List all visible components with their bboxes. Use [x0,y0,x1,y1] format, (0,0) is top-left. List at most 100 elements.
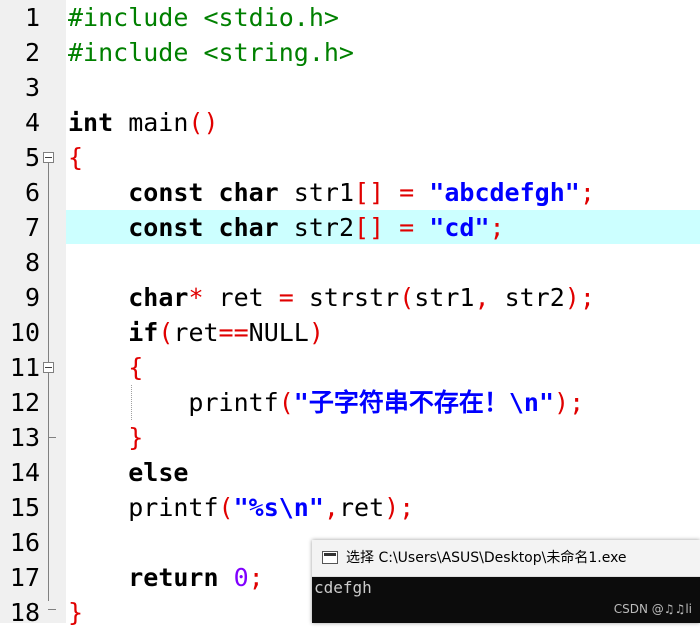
identifier: str1 [414,283,475,312]
console-output: cdefgh [314,578,372,597]
operator: == [218,318,249,347]
line-number: 14 [9,458,40,487]
identifier: ret [338,493,385,522]
line-number: 17 [9,563,40,592]
line-number: 12 [9,388,40,417]
line-number: 3 [24,73,40,102]
line-number: 5 [24,143,40,172]
console-window-icon [322,551,338,564]
console-title: 选择 C:\Users\ASUS\Desktop\未命名1.exe [346,550,627,566]
code-line-18[interactable]: } [68,595,83,630]
operator: = [399,178,415,207]
code-line-15[interactable]: printf("%s\n",ret); [68,490,414,525]
preprocessor-directive: #include <stdio.h> [68,3,339,32]
console-title-bar[interactable]: 选择 C:\Users\ASUS\Desktop\未命名1.exe [312,540,700,577]
punctuation: ( [158,318,174,347]
code-line-9[interactable]: char* ret = strstr(str1, str2); [68,280,595,315]
line-number: 18 [9,598,40,627]
line-number: 10 [9,318,40,347]
punctuation: { [68,143,84,172]
punctuation: } [128,423,144,452]
operator: = [278,283,294,312]
code-line-5[interactable]: { [68,140,83,175]
code-line-6[interactable]: const char str1[] = "abcdefgh"; [68,175,595,210]
identifier: printf [188,388,279,417]
identifier: str2 [278,213,354,242]
code-line-12[interactable]: printf("子字符串不存在！\n"); [68,385,584,420]
keyword: return [128,563,219,592]
punctuation: ; [489,213,505,242]
identifier: main [113,108,189,137]
identifier: ret [203,283,279,312]
identifier: ret [173,318,219,347]
string-literal: "%s\n" [233,493,324,522]
keyword: else [128,458,189,487]
fold-end-marker [48,609,56,610]
identifier: printf [128,493,219,522]
punctuation: * [188,283,204,312]
fold-collapse-icon[interactable] [43,152,54,163]
punctuation: [] [354,213,385,242]
code-line-13[interactable]: } [68,420,143,455]
line-number: 13 [9,423,40,452]
punctuation: ); [554,388,585,417]
punctuation: ); [384,493,415,522]
punctuation: () [188,108,219,137]
string-literal: "子字符串不存在！\n" [293,388,555,417]
punctuation: [] [354,178,385,207]
code-line-14[interactable]: else [68,455,188,490]
line-number: 1 [24,3,40,32]
preprocessor-directive: #include <string.h> [68,38,354,67]
keyword: if [128,318,159,347]
line-number: 7 [24,213,40,242]
identifier: NULL [248,318,309,347]
keyword: int [68,108,114,137]
punctuation: ); [564,283,595,312]
line-number: 2 [24,38,40,67]
keyword: char [128,283,189,312]
fold-guide-line [48,163,49,601]
identifier: str1 [278,178,354,207]
watermark: CSDN @♫♫li [613,602,692,616]
punctuation: ( [399,283,415,312]
code-line-2[interactable]: #include <string.h> [68,35,354,70]
punctuation: ( [278,388,294,417]
punctuation: ( [218,493,234,522]
code-line-7[interactable]: const char str2[] = "cd"; [68,210,505,245]
punctuation: , [474,283,490,312]
identifier: strstr [293,283,400,312]
line-number: 8 [24,248,40,277]
identifier: str2 [489,283,565,312]
string-literal: "abcdefgh" [429,178,580,207]
console-window[interactable]: 选择 C:\Users\ASUS\Desktop\未命名1.exe cdefgh… [312,540,700,623]
fold-end-marker [48,437,56,438]
code-line-11[interactable]: { [68,350,143,385]
fold-collapse-icon[interactable] [43,362,54,373]
punctuation: { [128,353,144,382]
code-line-4[interactable]: int main() [68,105,219,140]
number-literal: 0 [233,563,249,592]
code-line-10[interactable]: if(ret==NULL) [68,315,324,350]
line-number: 16 [9,528,40,557]
line-number: 15 [9,493,40,522]
punctuation: ; [579,178,595,207]
operator: = [399,213,415,242]
line-number: 4 [24,108,40,137]
code-line-17[interactable]: return 0; [68,560,264,595]
code-line-1[interactable]: #include <stdio.h> [68,0,339,35]
line-number: 11 [9,353,40,382]
